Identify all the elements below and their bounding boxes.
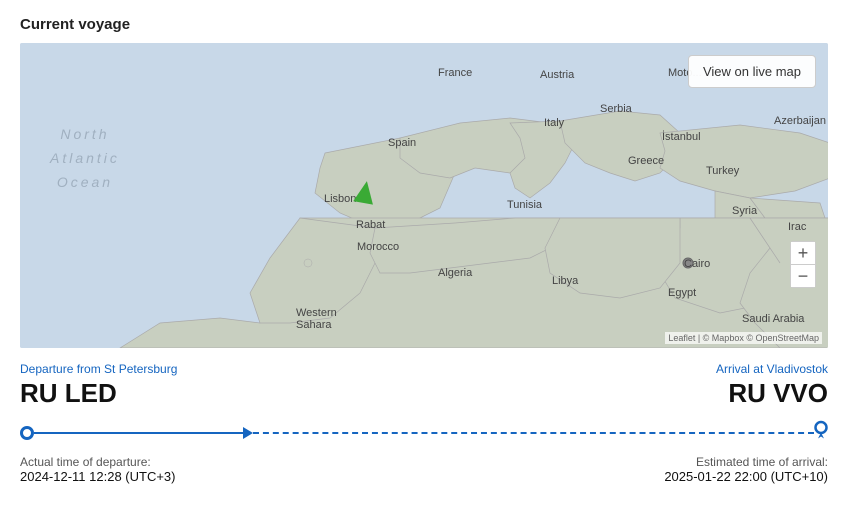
progress-track — [20, 432, 828, 434]
ocean-label: NorthAtlanticOcean — [50, 123, 120, 194]
live-map-button[interactable]: View on live map — [688, 55, 816, 88]
destination-pin-icon — [814, 421, 828, 441]
departure-code: RU LED — [20, 378, 177, 409]
zoom-in-button[interactable]: + — [791, 242, 815, 264]
departure-time-info: Actual time of departure: 2024-12-11 12:… — [20, 455, 176, 484]
port-row: Departure from St Petersburg RU LED Arri… — [20, 362, 828, 409]
voyage-map: NorthAtlanticOcean France Austria Moto..… — [20, 43, 828, 348]
progress-end-pin — [814, 421, 828, 446]
voyage-progress — [20, 419, 828, 447]
departure-label: Departure from St Petersburg — [20, 362, 177, 376]
arrival-code: RU VVO — [728, 378, 828, 409]
arrival-time-label: Estimated time of arrival: — [696, 455, 828, 469]
progress-dotted-line — [253, 432, 814, 434]
ship-marker — [353, 179, 377, 204]
time-row: Actual time of departure: 2024-12-11 12:… — [20, 455, 828, 484]
current-voyage-panel: Current voyage — [0, 0, 848, 504]
zoom-out-button[interactable]: − — [791, 265, 815, 287]
progress-solid-line — [34, 432, 244, 434]
departure-info: Departure from St Petersburg RU LED — [20, 362, 177, 409]
map-svg — [20, 43, 828, 348]
arrival-time-info: Estimated time of arrival: 2025-01-22 22… — [664, 455, 828, 484]
progress-start-dot — [20, 426, 34, 440]
zoom-controls: + − — [790, 241, 816, 288]
arrival-info: Arrival at Vladivostok RU VVO — [716, 362, 828, 409]
section-title: Current voyage — [20, 16, 828, 33]
arrival-label: Arrival at Vladivostok — [716, 362, 828, 376]
progress-arrow — [243, 427, 253, 439]
map-attribution: Leaflet | © Mapbox © OpenStreetMap — [665, 332, 822, 344]
departure-time-value: 2024-12-11 12:28 (UTC+3) — [20, 469, 176, 484]
departure-time-label: Actual time of departure: — [20, 455, 176, 469]
arrival-time-value: 2025-01-22 22:00 (UTC+10) — [664, 469, 828, 484]
